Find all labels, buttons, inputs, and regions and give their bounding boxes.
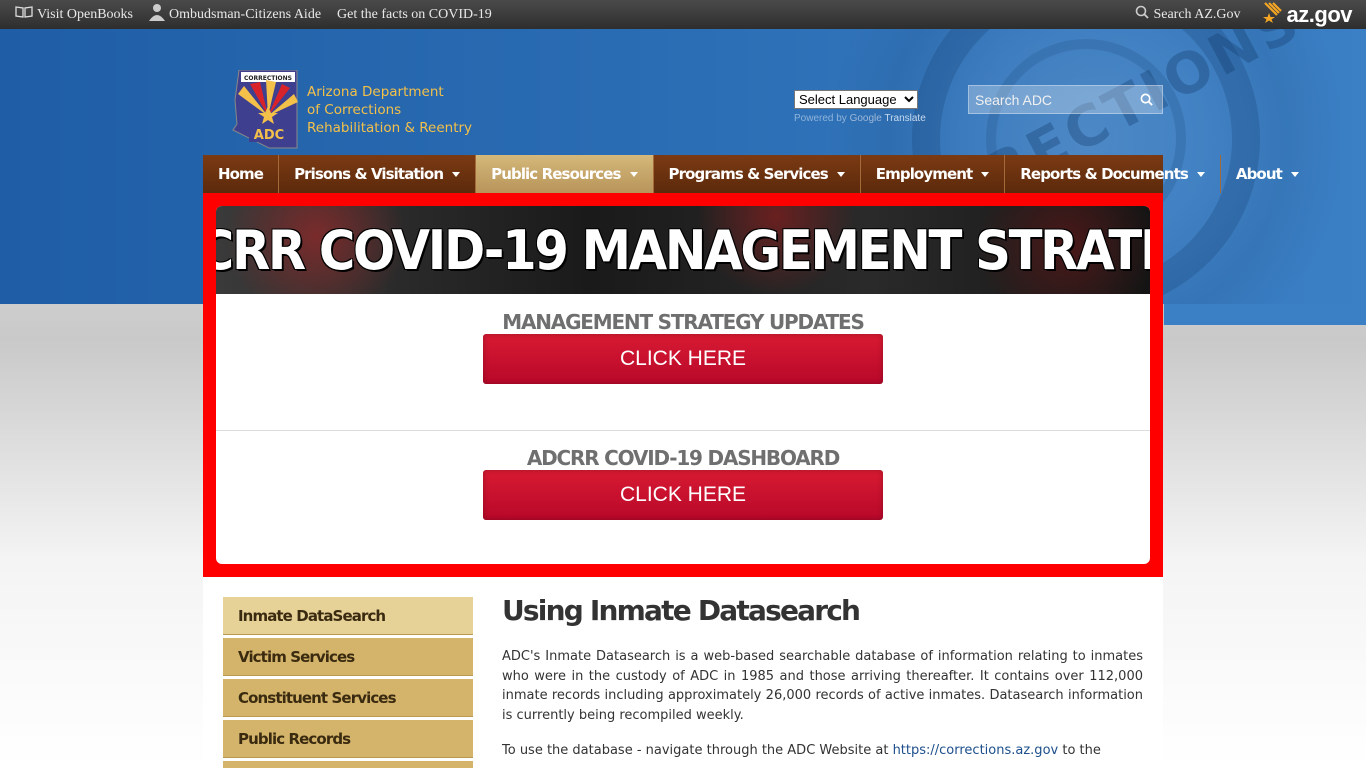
site-search xyxy=(968,85,1163,114)
openbooks-label: Visit OpenBooks xyxy=(37,6,133,22)
article-paragraph-2: To use the database - navigate through t… xyxy=(502,741,1143,761)
language-select[interactable]: Select Language xyxy=(794,90,918,109)
article-paragraph-1: ADC's Inmate Datasearch is a web-based s… xyxy=(502,649,1143,723)
nav-public-resources[interactable]: Public Resources xyxy=(476,155,654,193)
side-item-constituent-services[interactable]: Constituent Services xyxy=(223,679,473,717)
nav-programs-services[interactable]: Programs & Services xyxy=(654,155,861,193)
azgov-logo-text: az.gov xyxy=(1286,1,1353,27)
nav-label: Employment xyxy=(875,165,973,183)
caret-down-icon xyxy=(629,171,638,177)
side-item-inmate-datasearch[interactable]: Inmate DataSearch xyxy=(223,597,473,635)
search-icon[interactable] xyxy=(1140,93,1153,106)
side-item-public-records[interactable]: Public Records xyxy=(223,720,473,758)
arizona-state-icon: CORRECTIONS ADC xyxy=(232,70,298,149)
p2-prefix: To use the database - navigate through t… xyxy=(502,743,893,759)
side-item-label: Inmate DataSearch xyxy=(238,606,386,625)
nav-reports-documents[interactable]: Reports & Documents xyxy=(1005,155,1221,193)
covid-dashboard-heading: ADCRR COVID-19 DASHBOARD xyxy=(526,446,840,470)
nav-employment[interactable]: Employment xyxy=(861,155,1006,193)
side-item-more[interactable] xyxy=(223,761,473,768)
search-input[interactable] xyxy=(969,91,1129,108)
adc-logo[interactable]: CORRECTIONS ADC Arizona Department of Co… xyxy=(231,70,472,150)
caret-down-icon xyxy=(452,171,461,177)
caret-down-icon xyxy=(1290,171,1299,177)
openbooks-link[interactable]: Visit OpenBooks xyxy=(15,6,133,23)
side-menu: Inmate DataSearch Victim Services Consti… xyxy=(223,597,473,768)
search-icon xyxy=(1135,5,1150,24)
nav-home[interactable]: Home xyxy=(203,155,280,193)
management-updates-button[interactable]: CLICK HERE xyxy=(483,334,883,384)
page-title: Using Inmate Datasearch xyxy=(502,594,861,627)
management-updates-heading: MANAGEMENT STRATEGY UPDATES xyxy=(502,310,865,334)
translate-link[interactable]: Translate xyxy=(884,113,925,124)
covid-banner: ADCRR COVID-19 MANAGEMENT STRATEGY xyxy=(216,206,1150,294)
article: Using Inmate Datasearch ADC's Inmate Dat… xyxy=(502,594,1143,768)
logo-line-3: Rehabilitation & Reentry xyxy=(307,120,473,136)
badge-abbr-text: ADC xyxy=(254,128,284,143)
ombudsman-link[interactable]: Ombudsman-Citizens Aide xyxy=(149,3,321,26)
top-utility-bar: Visit OpenBooks Ombudsman-Citizens Aide … xyxy=(0,0,1366,29)
ombudsman-label: Ombudsman-Citizens Aide xyxy=(169,6,322,22)
covid-banner-text: ADCRR COVID-19 MANAGEMENT STRATEGY xyxy=(216,218,1150,282)
logo-line-1: Arizona Department xyxy=(307,84,444,100)
header-band-extension xyxy=(1164,304,1366,325)
covid-dashboard-button[interactable]: CLICK HERE xyxy=(483,470,883,520)
search-azgov-link[interactable]: Search AZ.Gov xyxy=(1135,5,1241,24)
side-item-label: Victim Services xyxy=(238,647,355,666)
caret-down-icon xyxy=(836,171,845,177)
covid-alert-inner: ADCRR COVID-19 MANAGEMENT STRATEGY MANAG… xyxy=(216,206,1150,564)
side-item-label: Public Records xyxy=(238,729,351,748)
covid-facts-link[interactable]: Get the facts on COVID-19 xyxy=(337,7,492,23)
person-icon xyxy=(149,3,165,26)
side-item-victim-services[interactable]: Victim Services xyxy=(223,638,473,676)
nav-label: About xyxy=(1235,165,1283,183)
nav-about[interactable]: About xyxy=(1221,155,1314,193)
logo-line-2: of Corrections xyxy=(307,102,402,118)
nav-label: Reports & Documents xyxy=(1020,165,1189,183)
open-book-icon xyxy=(15,6,33,23)
search-azgov-label: Search AZ.Gov xyxy=(1153,6,1241,22)
google-translate: Select Language Powered by Google Transl… xyxy=(794,89,926,124)
covid-alert-box: ADCRR COVID-19 MANAGEMENT STRATEGY MANAG… xyxy=(203,193,1163,577)
caret-down-icon xyxy=(1196,171,1205,177)
nav-label: Public Resources xyxy=(491,165,621,183)
nav-prisons-visitation[interactable]: Prisons & Visitation xyxy=(279,155,477,193)
corrections-site-link[interactable]: https://corrections.az.gov xyxy=(893,743,1059,758)
side-item-label: Constituent Services xyxy=(238,688,397,707)
management-updates-section: MANAGEMENT STRATEGY UPDATES CLICK HERE xyxy=(216,294,1150,430)
az-star-icon xyxy=(1262,1,1285,29)
nav-label: Home xyxy=(218,165,264,183)
covid-facts-label: Get the facts on COVID-19 xyxy=(337,6,492,22)
covid-dashboard-section: ADCRR COVID-19 DASHBOARD CLICK HERE xyxy=(216,431,1150,520)
powered-by-label: Powered by xyxy=(794,113,847,124)
powered-by-google: Powered by Google Translate xyxy=(794,113,926,124)
caret-down-icon xyxy=(981,171,990,177)
nav-label: Prisons & Visitation xyxy=(294,165,444,183)
p2-suffix: to the xyxy=(1058,743,1101,759)
nav-label: Programs & Services xyxy=(668,165,829,183)
main-nav: Home Prisons & Visitation Public Resourc… xyxy=(203,155,1299,193)
logo-title: Arizona Department of Corrections Rehabi… xyxy=(307,83,472,137)
google-logo[interactable]: Google xyxy=(850,113,882,124)
azgov-logo-link[interactable]: az.gov xyxy=(1262,1,1353,29)
